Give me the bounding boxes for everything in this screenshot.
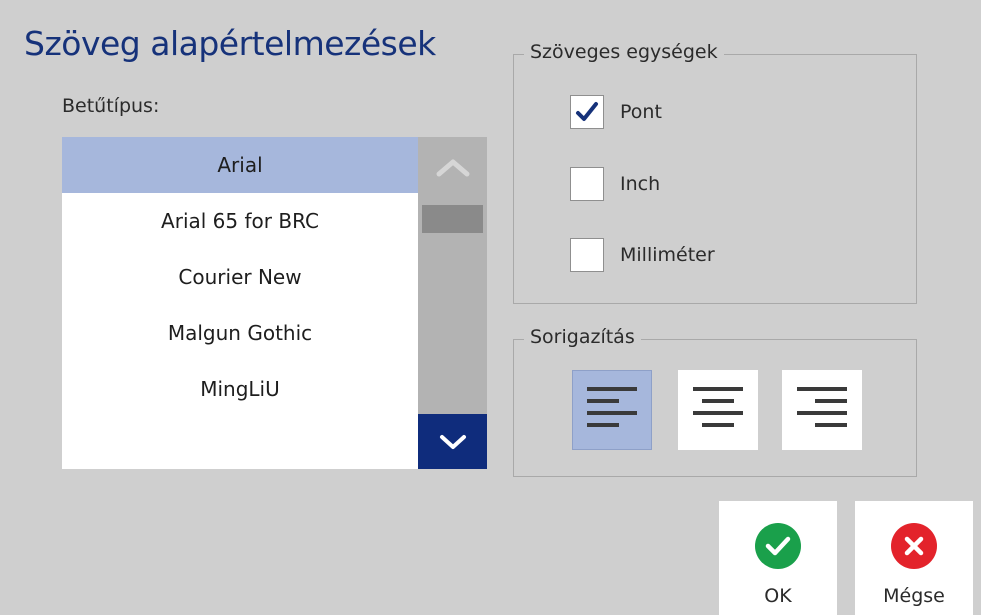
chevron-up-icon — [436, 159, 469, 177]
text-units-legend: Szöveges egységek — [524, 41, 724, 63]
pont-label: Pont — [620, 101, 662, 123]
alignment-legend: Sorigazítás — [524, 326, 641, 348]
align-right-button[interactable] — [782, 370, 862, 450]
text-units-group: Szöveges egységek Pont Inch Milliméter — [513, 41, 917, 304]
dialog-title: Szöveg alapértelmezések — [24, 24, 436, 63]
font-item-courier-new[interactable]: Courier New — [62, 249, 418, 305]
ok-label: OK — [764, 585, 792, 607]
align-left-button[interactable] — [572, 370, 652, 450]
pont-checkbox[interactable] — [570, 95, 604, 129]
alignment-group: Sorigazítás — [513, 326, 917, 477]
scroll-thumb[interactable] — [422, 205, 483, 233]
dialog: Szöveg alapértelmezések Betűtípus: Arial… — [0, 0, 981, 615]
scroll-down-button[interactable] — [418, 414, 487, 469]
font-list[interactable]: Arial Arial 65 for BRC Courier New Malgu… — [62, 137, 418, 469]
align-left-icon — [587, 387, 637, 427]
scroll-up-button[interactable] — [418, 137, 487, 197]
millimeter-checkbox[interactable] — [570, 238, 604, 272]
font-item-arial[interactable]: Arial — [62, 137, 418, 193]
chevron-down-icon — [439, 434, 466, 449]
unit-option-millimeter[interactable]: Milliméter — [570, 238, 715, 272]
inch-checkbox[interactable] — [570, 167, 604, 201]
cancel-x-icon — [891, 523, 937, 569]
align-center-button[interactable] — [678, 370, 758, 450]
font-item-mingliu[interactable]: MingLiU — [62, 361, 418, 417]
font-list-scrollbar[interactable] — [418, 137, 487, 469]
unit-option-pont[interactable]: Pont — [570, 95, 662, 129]
unit-option-inch[interactable]: Inch — [570, 167, 660, 201]
align-right-icon — [797, 387, 847, 427]
align-center-icon — [693, 387, 743, 427]
inch-label: Inch — [620, 173, 661, 195]
cancel-button[interactable]: Mégse — [855, 501, 973, 615]
millimeter-label: Milliméter — [620, 244, 715, 266]
font-item-arial-65[interactable]: Arial 65 for BRC — [62, 193, 418, 249]
checkmark-icon — [576, 102, 598, 121]
font-label: Betűtípus: — [62, 95, 160, 117]
cancel-label: Mégse — [883, 585, 945, 607]
ok-check-icon — [755, 523, 801, 569]
ok-button[interactable]: OK — [719, 501, 837, 615]
font-item-malgun-gothic[interactable]: Malgun Gothic — [62, 305, 418, 361]
